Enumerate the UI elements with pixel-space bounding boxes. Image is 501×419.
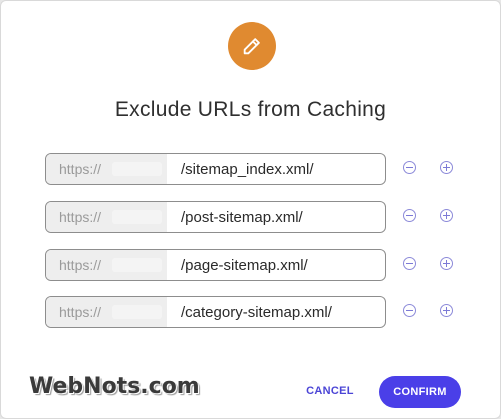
remove-row-icon[interactable] bbox=[403, 257, 416, 270]
blurred-domain bbox=[112, 258, 162, 272]
url-input[interactable]: https:// /post-sitemap.xml/ bbox=[45, 201, 386, 233]
url-prefix-label: https:// bbox=[59, 304, 102, 320]
url-input[interactable]: https:// /sitemap_index.xml/ bbox=[45, 153, 386, 185]
remove-row-icon[interactable] bbox=[403, 209, 416, 222]
blurred-domain bbox=[112, 162, 162, 176]
blurred-domain bbox=[112, 305, 162, 319]
remove-row-icon[interactable] bbox=[403, 304, 416, 317]
url-row: https:// /page-sitemap.xml/ bbox=[45, 249, 465, 281]
url-path: /post-sitemap.xml/ bbox=[181, 208, 303, 226]
confirm-button[interactable]: CONFIRM bbox=[379, 376, 461, 408]
add-row-icon[interactable] bbox=[440, 161, 453, 174]
url-path: /category-sitemap.xml/ bbox=[181, 303, 332, 321]
url-input[interactable]: https:// /page-sitemap.xml/ bbox=[45, 249, 386, 281]
pencil-icon bbox=[228, 22, 276, 70]
dialog-title: Exclude URLs from Caching bbox=[114, 98, 387, 121]
add-row-icon[interactable] bbox=[440, 304, 453, 317]
url-prefix: https:// bbox=[46, 297, 167, 327]
blurred-domain bbox=[112, 210, 162, 224]
cancel-button[interactable]: CANCEL bbox=[301, 377, 359, 405]
url-path: /sitemap_index.xml/ bbox=[181, 160, 314, 178]
remove-row-icon[interactable] bbox=[403, 161, 416, 174]
add-row-icon[interactable] bbox=[440, 257, 453, 270]
url-input[interactable]: https:// /category-sitemap.xml/ bbox=[45, 296, 386, 328]
exclude-urls-dialog: Exclude URLs from Caching https:// /site… bbox=[0, 0, 501, 419]
webnots-watermark: WebNots.com bbox=[29, 374, 200, 399]
url-prefix: https:// bbox=[46, 202, 167, 232]
url-prefix-label: https:// bbox=[59, 257, 102, 273]
url-path: /page-sitemap.xml/ bbox=[181, 256, 308, 274]
url-row: https:// /sitemap_index.xml/ bbox=[45, 153, 465, 185]
url-prefix-label: https:// bbox=[59, 209, 102, 225]
url-prefix: https:// bbox=[46, 250, 167, 280]
url-row: https:// /category-sitemap.xml/ bbox=[45, 296, 465, 328]
url-prefix: https:// bbox=[46, 154, 167, 184]
url-prefix-label: https:// bbox=[59, 161, 102, 177]
add-row-icon[interactable] bbox=[440, 209, 453, 222]
url-row: https:// /post-sitemap.xml/ bbox=[45, 201, 465, 233]
